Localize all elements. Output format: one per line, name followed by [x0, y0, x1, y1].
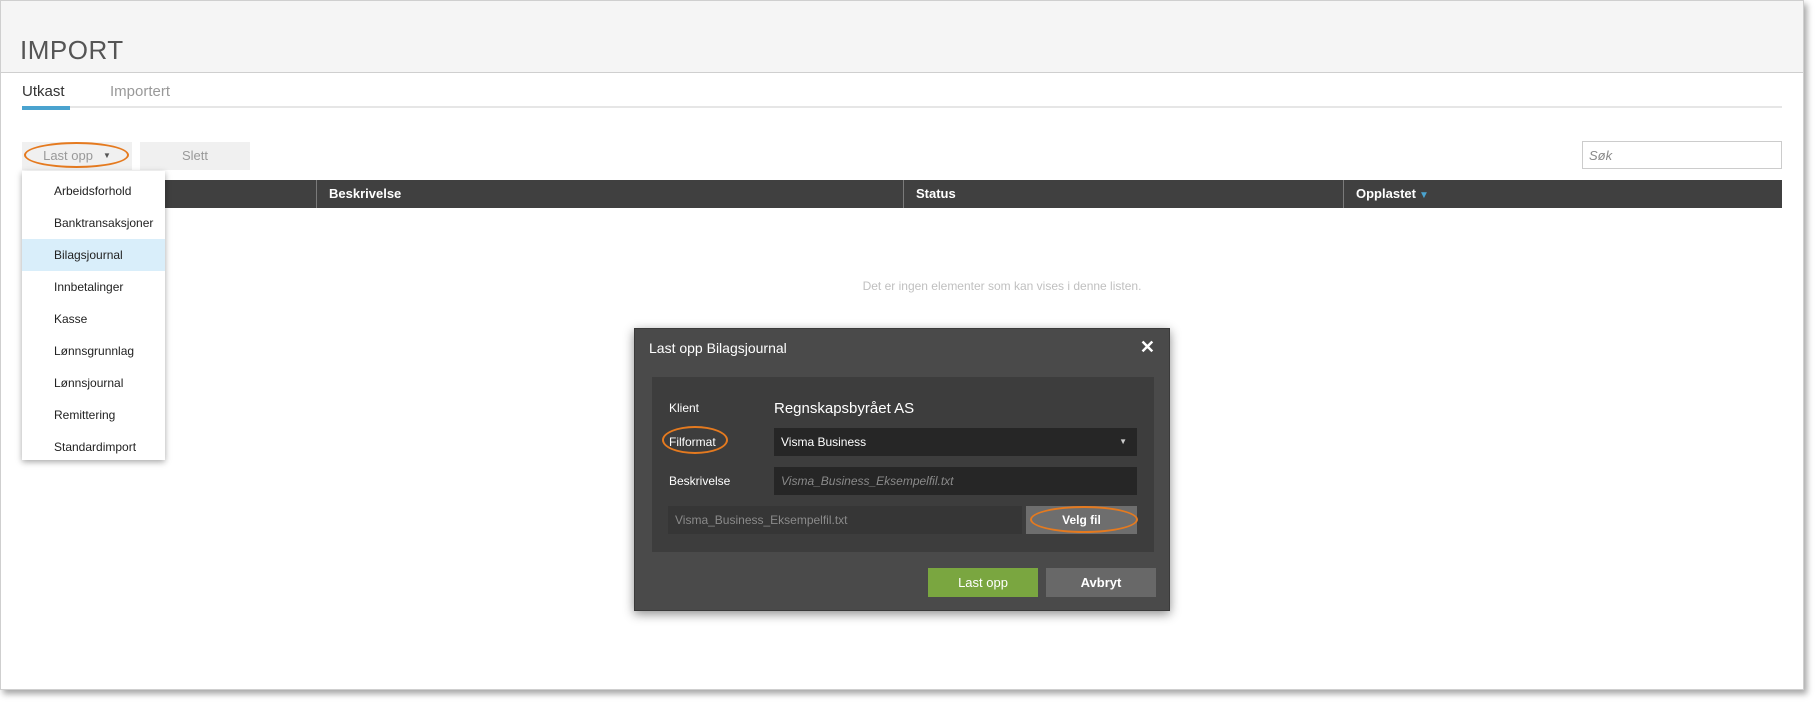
search-input[interactable]	[1582, 141, 1782, 169]
cancel-button[interactable]: Avbryt	[1046, 568, 1156, 597]
sort-down-icon[interactable]: ▼	[1419, 190, 1429, 201]
upload-button-label: Last opp	[43, 148, 93, 163]
file-format-select[interactable]: Visma Business ▼	[774, 428, 1137, 456]
empty-list-text: Det er ingen elementer som kan vises i d…	[862, 279, 1142, 293]
caret-down-icon: ▼	[1119, 437, 1127, 446]
column-header-opplastet-label: Opplastet	[1356, 186, 1416, 201]
column-header-opplastet[interactable]: Opplastet ▼	[1343, 180, 1782, 208]
tab-bar: Utkast Importert	[22, 81, 1782, 110]
menu-item-banktransaksjoner[interactable]: Banktransaksjoner	[22, 207, 165, 239]
column-header-status[interactable]: Status	[903, 180, 1343, 208]
menu-item-kasse[interactable]: Kasse	[22, 303, 165, 335]
column-header-beskrivelse[interactable]: Beskrivelse	[316, 180, 903, 208]
description-label: Beskrivelse	[669, 474, 731, 488]
import-page: IMPORT Utkast Importert Last opp ▼ Slett …	[0, 0, 1804, 690]
upload-submit-button[interactable]: Last opp	[928, 568, 1038, 597]
menu-item-standardimport[interactable]: Standardimport	[22, 431, 165, 463]
close-icon[interactable]: ✕	[1140, 337, 1155, 358]
page-title: IMPORT	[20, 35, 124, 65]
page-header: IMPORT	[1, 1, 1803, 73]
caret-down-icon: ▼	[102, 151, 111, 160]
empty-list-message: Det er ingen elementer som kan vises i d…	[1, 279, 1803, 293]
upload-type-menu: Arbeidsforhold Banktransaksjoner Bilagsj…	[22, 171, 165, 460]
description-input[interactable]	[774, 467, 1137, 495]
delete-button[interactable]: Slett	[140, 142, 250, 170]
tab-utkast[interactable]: Utkast	[22, 83, 70, 110]
menu-item-bilagsjournal[interactable]: Bilagsjournal	[22, 239, 165, 271]
dialog-title: Last opp Bilagsjournal	[649, 340, 787, 356]
menu-item-remittering[interactable]: Remittering	[22, 399, 165, 431]
upload-dialog: Last opp Bilagsjournal ✕ Klient Regnskap…	[634, 328, 1170, 611]
dialog-form: Klient Regnskapsbyrået AS Filformat Vism…	[652, 377, 1154, 552]
tab-importert[interactable]: Importert	[110, 83, 170, 108]
menu-item-innbetalinger[interactable]: Innbetalinger	[22, 271, 165, 303]
file-format-label: Filformat	[669, 435, 716, 449]
menu-item-lonnsgrunnlag[interactable]: Lønnsgrunnlag	[22, 335, 165, 367]
choose-file-button[interactable]: Velg fil	[1026, 506, 1137, 534]
upload-dropdown-button[interactable]: Last opp ▼	[22, 142, 132, 170]
menu-item-lonnsjournal[interactable]: Lønnsjournal	[22, 367, 165, 399]
table-header: Beskrivelse Status Opplastet ▼	[22, 180, 1782, 208]
menu-item-arbeidsforhold[interactable]: Arbeidsforhold	[22, 175, 165, 207]
client-value: Regnskapsbyrået AS	[774, 400, 915, 417]
file-format-value: Visma Business	[781, 435, 867, 449]
client-label: Klient	[669, 401, 700, 415]
selected-file-field: Visma_Business_Eksempelfil.txt	[668, 506, 1022, 534]
